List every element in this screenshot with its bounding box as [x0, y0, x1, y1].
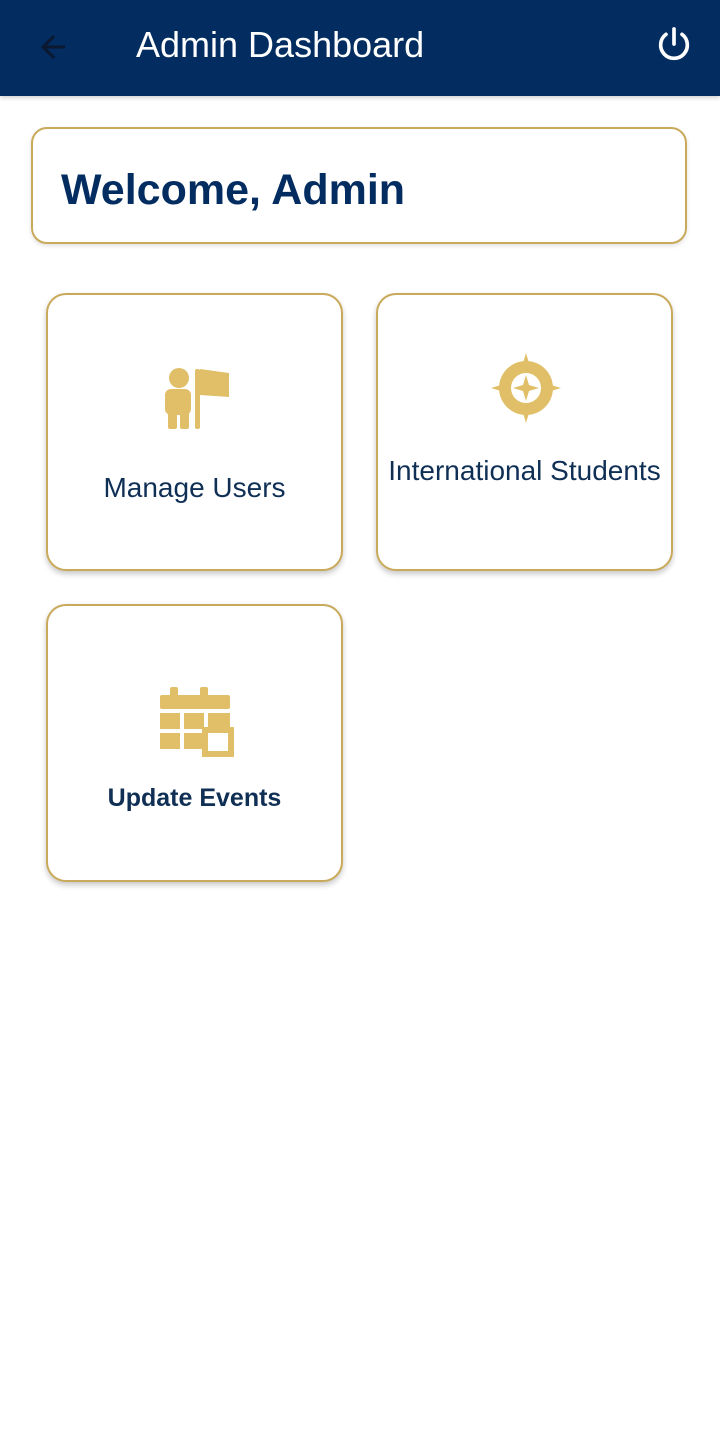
update-events-tile[interactable]: Update Events [46, 604, 343, 882]
arrow-left-icon [41, 35, 65, 59]
international-students-tile[interactable]: International Students [376, 293, 673, 571]
user-flag-icon [151, 355, 241, 445]
international-students-label: International Students [388, 455, 661, 486]
update-events-label: Update Events [107, 784, 282, 812]
welcome-heading: Welcome, Admin [61, 166, 406, 214]
manage-users-label: Manage Users [103, 472, 286, 503]
manage-users-tile[interactable]: Manage Users [46, 293, 343, 571]
app-bar: Admin Dashboard [0, 0, 720, 96]
logout-button[interactable] [648, 18, 700, 70]
back-button[interactable] [28, 22, 78, 72]
compass-icon [481, 343, 571, 433]
power-icon [658, 27, 690, 61]
page-title: Admin Dashboard [136, 24, 425, 65]
calendar-icon [151, 678, 241, 768]
welcome-card: Welcome, Admin [31, 127, 687, 244]
